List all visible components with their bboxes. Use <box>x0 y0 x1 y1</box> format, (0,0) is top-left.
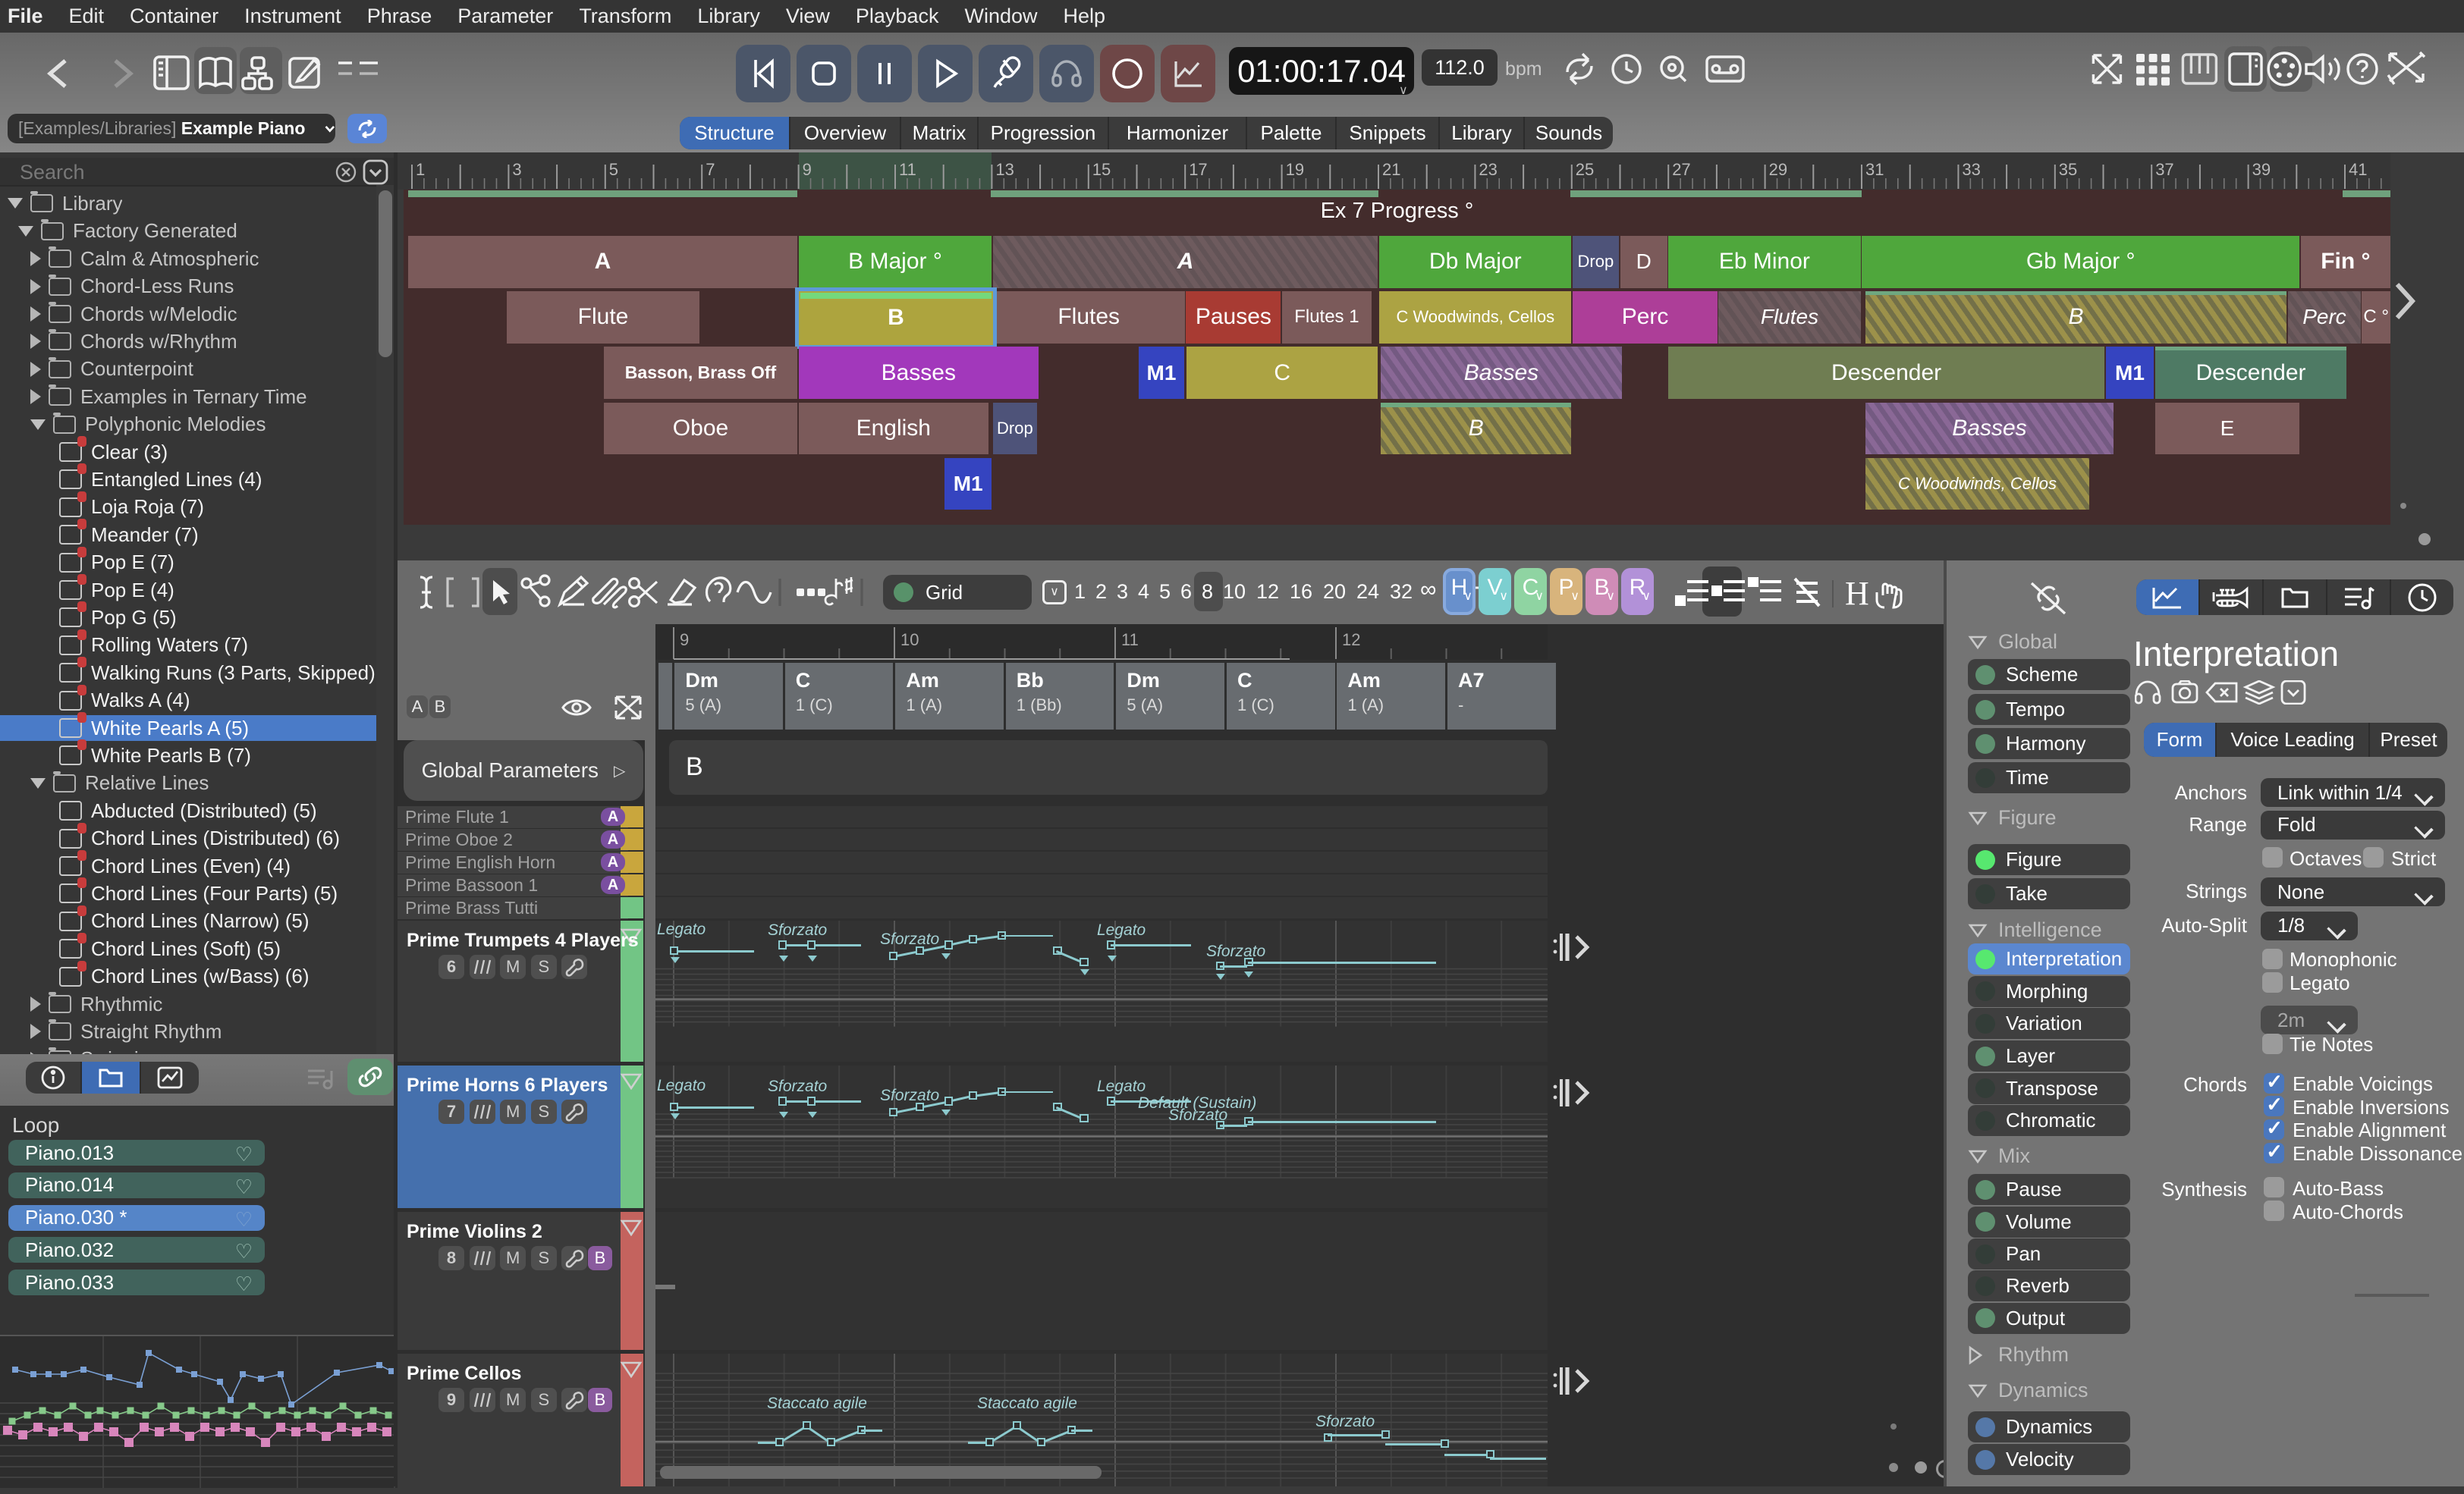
svg-text:27: 27 <box>1672 160 1690 179</box>
svg-text:23: 23 <box>1479 160 1497 179</box>
svg-text:9: 9 <box>680 630 689 649</box>
svg-text:H: H <box>1845 577 1869 610</box>
svg-text:1: 1 <box>416 160 425 179</box>
svg-text:5: 5 <box>609 160 618 179</box>
svg-text:37: 37 <box>2155 160 2173 179</box>
svg-text:13: 13 <box>995 160 1014 179</box>
svg-text:10: 10 <box>900 630 919 649</box>
svg-text:29: 29 <box>1769 160 1787 179</box>
svg-text:11: 11 <box>1121 630 1139 649</box>
svg-text:41: 41 <box>2349 160 2367 179</box>
svg-text:19: 19 <box>1286 160 1304 179</box>
svg-text:7: 7 <box>706 160 715 179</box>
svg-text:25: 25 <box>1576 160 1594 179</box>
svg-text:35: 35 <box>2059 160 2077 179</box>
svg-text:9: 9 <box>803 160 812 179</box>
svg-text:12: 12 <box>1342 630 1360 649</box>
svg-text:3: 3 <box>512 160 521 179</box>
svg-text:39: 39 <box>2252 160 2271 179</box>
svg-text:33: 33 <box>1962 160 1980 179</box>
svg-text:21: 21 <box>1382 160 1400 179</box>
svg-text:17: 17 <box>1189 160 1207 179</box>
svg-text:31: 31 <box>1865 160 1884 179</box>
svg-text:15: 15 <box>1092 160 1111 179</box>
svg-text:11: 11 <box>899 160 916 179</box>
